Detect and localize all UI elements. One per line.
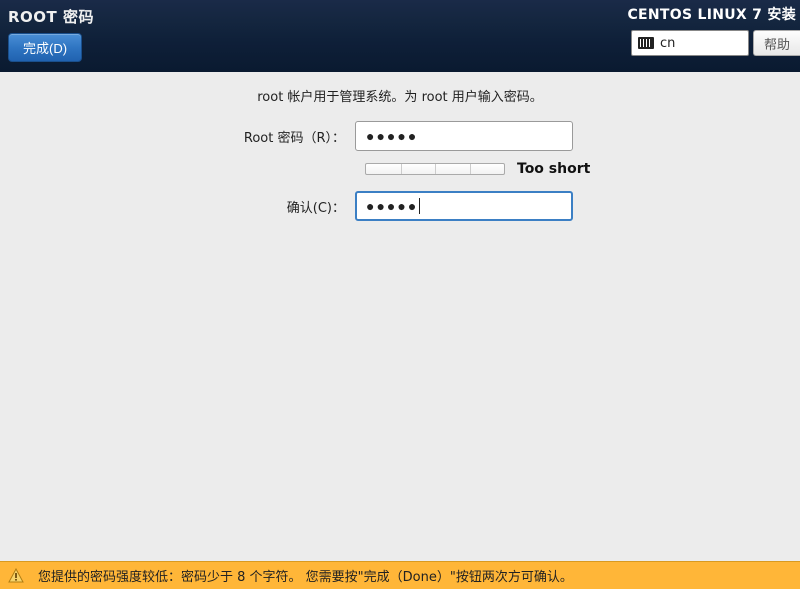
confirm-row: 确认(C)： ●●●●● [0, 191, 800, 221]
confirm-label: 确认(C)： [0, 197, 355, 216]
keyboard-icon [638, 37, 654, 49]
password-row: Root 密码（R）： ●●●●● [0, 121, 800, 151]
password-strength-meter [365, 163, 505, 175]
header-right: CENTOS LINUX 7 安装 cn 帮助 [627, 4, 800, 56]
password-label: Root 密码（R）： [0, 127, 355, 146]
help-button[interactable]: 帮助 [753, 30, 800, 56]
done-button[interactable]: 完成(D) [8, 33, 82, 62]
strength-row: Too short [365, 161, 800, 177]
confirm-masked-value: ●●●●● [366, 198, 418, 214]
header-bar: ROOT 密码 完成(D) CENTOS LINUX 7 安装 cn 帮助 [0, 0, 800, 72]
warning-bar: 您提供的密码强度较低：密码少于 8 个字符。 您需要按"完成（Done）"按钮两… [0, 561, 800, 589]
root-password-input[interactable]: ●●●●● [355, 121, 573, 151]
installer-title: CENTOS LINUX 7 安装 [627, 4, 800, 24]
instructions-text: root 帐户用于管理系统。为 root 用户输入密码。 [0, 86, 800, 105]
password-masked-value: ●●●●● [366, 128, 418, 144]
keyboard-layout-text: cn [660, 36, 675, 51]
password-strength-text: Too short [517, 161, 590, 177]
content-area: root 帐户用于管理系统。为 root 用户输入密码。 Root 密码（R）：… [0, 72, 800, 221]
confirm-password-input[interactable]: ●●●●● [355, 191, 573, 221]
warning-icon [8, 568, 24, 584]
keyboard-layout-indicator[interactable]: cn [631, 30, 749, 56]
warning-text: 您提供的密码强度较低：密码少于 8 个字符。 您需要按"完成（Done）"按钮两… [38, 566, 573, 585]
header-right-controls: cn 帮助 [627, 30, 800, 56]
text-caret [419, 198, 420, 214]
